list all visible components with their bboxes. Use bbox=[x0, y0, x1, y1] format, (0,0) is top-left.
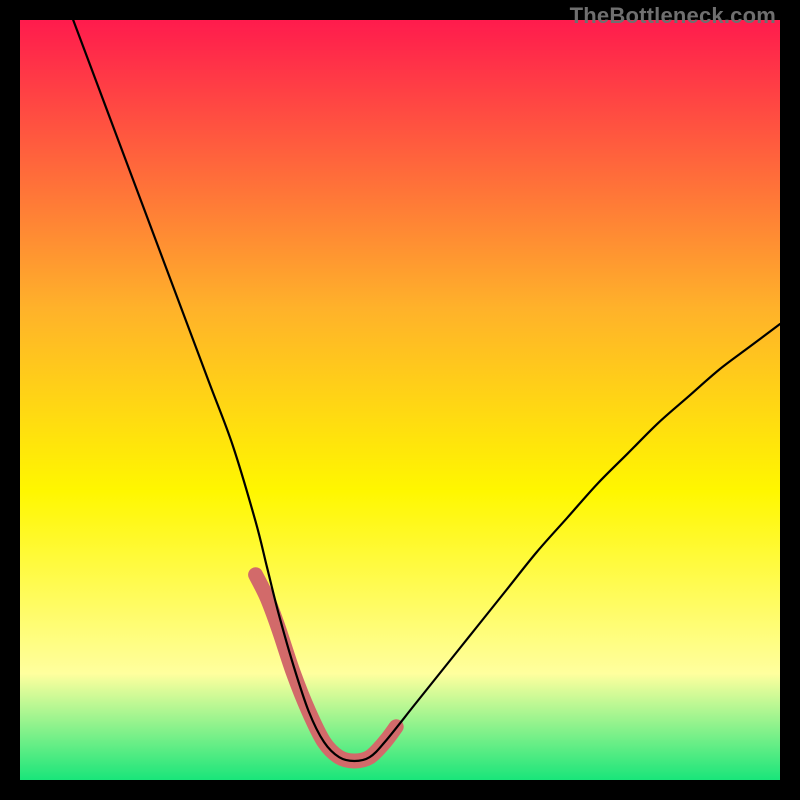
gradient-background bbox=[20, 20, 780, 780]
watermark-text: TheBottleneck.com bbox=[570, 3, 776, 29]
bottleneck-chart bbox=[20, 20, 780, 780]
